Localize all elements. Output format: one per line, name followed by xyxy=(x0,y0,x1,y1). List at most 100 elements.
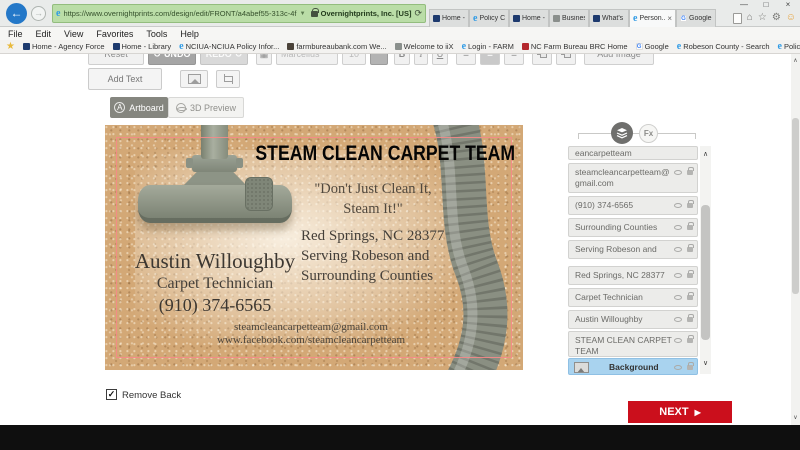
lock-icon[interactable] xyxy=(687,365,693,370)
card-serving-line1[interactable]: Serving Robeson and xyxy=(301,246,481,266)
maximize-button[interactable]: □ xyxy=(756,0,776,10)
favorites-bar-star-icon[interactable]: ★ xyxy=(6,42,15,52)
url-text[interactable]: https://www.overnightprints.com/design/e… xyxy=(63,9,296,18)
minimize-button[interactable]: — xyxy=(734,0,754,10)
remove-back-checkbox[interactable]: ✓ xyxy=(106,389,117,400)
visibility-eye-icon[interactable] xyxy=(674,317,682,322)
forward-button[interactable]: → xyxy=(31,6,46,21)
layer-item-name[interactable]: Austin Willoughby xyxy=(568,310,698,329)
card-tagline-line1[interactable]: "Don't Just Clean It, xyxy=(277,181,469,198)
visibility-eye-icon[interactable] xyxy=(674,295,682,300)
menu-tools[interactable]: Tools xyxy=(146,29,167,39)
card-city-text[interactable]: Red Springs, NC 28377 xyxy=(301,226,481,246)
lock-icon[interactable] xyxy=(687,273,693,278)
font-family-select[interactable]: Marcellus xyxy=(276,54,338,65)
send-backward-icon[interactable] xyxy=(556,54,576,65)
favorite-nc-farm-bureau[interactable]: NC Farm Bureau BRC Home xyxy=(522,42,628,51)
card-phone-text[interactable]: (910) 374-6565 xyxy=(123,295,307,316)
menu-file[interactable]: File xyxy=(8,29,23,39)
tab-whats-new[interactable]: What's ne... xyxy=(589,9,629,27)
card-title-text[interactable]: STEAM CLEAN CARPET TEAM xyxy=(255,142,490,166)
card-canvas[interactable]: STEAM CLEAN CARPET TEAM "Don't Just Clea… xyxy=(105,125,523,370)
lock-icon[interactable] xyxy=(687,317,693,322)
card-tagline-line2[interactable]: Steam It!" xyxy=(277,201,469,218)
visibility-eye-icon[interactable] xyxy=(674,247,682,252)
favorite-library[interactable]: Home - Library xyxy=(113,42,172,51)
visibility-eye-icon[interactable] xyxy=(674,225,682,230)
layers-scroll-up-icon[interactable]: ∧ xyxy=(700,150,711,158)
tab-personalize-active[interactable]: ePerson...× xyxy=(629,9,676,27)
lock-icon[interactable] xyxy=(687,170,693,175)
favorite-iix[interactable]: Welcome to iiX xyxy=(395,42,454,51)
favorites-star-icon[interactable]: ☆ xyxy=(758,12,767,24)
tab-3d-preview[interactable]: 3D Preview xyxy=(168,97,244,118)
reset-button[interactable]: Reset xyxy=(88,54,144,65)
menu-view[interactable]: View xyxy=(64,29,83,39)
layer-item-title[interactable]: STEAM CLEAN CARPET TEAM xyxy=(568,331,698,357)
italic-button[interactable]: I xyxy=(414,54,428,65)
visibility-eye-icon[interactable] xyxy=(674,365,682,370)
tab-google[interactable]: GGoogle xyxy=(676,9,716,27)
certificate-name[interactable]: Overnightprints, Inc. [US] xyxy=(321,9,412,18)
lock-icon[interactable] xyxy=(687,225,693,230)
favorite-login-farm[interactable]: eLogin - FARM xyxy=(462,42,514,52)
menu-edit[interactable]: Edit xyxy=(36,29,52,39)
crop-tool-button[interactable] xyxy=(216,70,240,88)
next-button[interactable]: NEXT ▶ xyxy=(628,401,732,423)
add-text-button[interactable]: Add Text xyxy=(88,68,162,90)
menu-help[interactable]: Help xyxy=(180,29,199,39)
bold-button[interactable]: B xyxy=(394,54,410,65)
page-scrollbar-thumb[interactable] xyxy=(792,118,799,294)
tab-home-u[interactable]: Home - U... xyxy=(509,9,549,27)
grid-tool-icon[interactable]: ▦ xyxy=(256,54,272,65)
layers-scrollbar-thumb[interactable] xyxy=(701,205,710,340)
feedback-smiley-icon[interactable]: ☺ xyxy=(786,12,796,24)
url-dropdown-icon[interactable]: ▼ xyxy=(300,11,306,17)
visibility-eye-icon[interactable] xyxy=(674,203,682,208)
bring-forward-icon[interactable] xyxy=(532,54,552,65)
layer-item-serving[interactable]: Serving Robeson and xyxy=(568,240,698,259)
layer-item-role[interactable]: Carpet Technician xyxy=(568,288,698,307)
add-image-button[interactable]: Add Image xyxy=(584,54,654,65)
favorite-farmbureaubank[interactable]: farmbureaubank.com We... xyxy=(287,42,386,51)
layer-item-city[interactable]: Red Springs, NC 28377 xyxy=(568,266,698,285)
layer-item-background-selected[interactable]: Background xyxy=(568,358,698,375)
settings-gear-icon[interactable]: ⚙ xyxy=(772,12,781,24)
home-icon[interactable]: ⌂ xyxy=(747,12,753,24)
new-tab-icon[interactable] xyxy=(733,13,742,24)
align-right-icon[interactable]: ≡ xyxy=(504,54,524,65)
text-color-swatch[interactable] xyxy=(370,54,388,65)
layer-item-facebook-partial[interactable]: eancarpetteam xyxy=(568,146,698,160)
page-scroll-up-icon[interactable]: ∧ xyxy=(791,57,800,64)
tab-policy-center[interactable]: ePolicy Cen... xyxy=(469,9,509,27)
card-facebook-text[interactable]: www.facebook.com/steamcleancarpetteam xyxy=(161,334,461,346)
tab-close-icon[interactable]: × xyxy=(667,15,672,23)
layer-item-surrounding[interactable]: Surrounding Counties xyxy=(568,218,698,237)
back-button[interactable]: ← xyxy=(6,3,27,24)
image-tool-button[interactable] xyxy=(180,70,208,88)
tab-home-a[interactable]: Home - A... xyxy=(429,9,469,27)
layer-item-phone[interactable]: (910) 374-6565 xyxy=(568,196,698,215)
card-email-text[interactable]: steamcleancarpetteam@gmail.com xyxy=(161,321,461,333)
favorite-nciua-policy[interactable]: eNCIUA-NCIUA Policy Infor... xyxy=(179,42,279,52)
tab-business[interactable]: Business ... xyxy=(549,9,589,27)
layers-panel-button[interactable] xyxy=(611,122,633,144)
redo-button[interactable]: REDO↻ xyxy=(200,54,248,65)
lock-icon[interactable] xyxy=(687,247,693,252)
undo-button[interactable]: ↺UNDO xyxy=(148,54,196,65)
lock-icon[interactable] xyxy=(687,338,693,343)
refresh-icon[interactable]: ⟳ xyxy=(414,8,422,19)
close-button[interactable]: × xyxy=(778,0,798,10)
lock-icon[interactable] xyxy=(687,295,693,300)
menu-favorites[interactable]: Favorites xyxy=(96,29,133,39)
favorite-agency-force[interactable]: Home - Agency Force xyxy=(23,42,105,51)
visibility-eye-icon[interactable] xyxy=(674,273,682,278)
lock-icon[interactable] xyxy=(687,203,693,208)
favorite-policy-center[interactable]: ePolicy Center xyxy=(778,42,800,52)
effects-panel-button[interactable]: Fx xyxy=(639,124,658,143)
underline-button[interactable]: U xyxy=(432,54,448,65)
card-name-text[interactable]: Austin Willoughby xyxy=(123,249,307,274)
align-left-icon[interactable]: ≡ xyxy=(456,54,476,65)
align-center-icon[interactable]: ≡ xyxy=(480,54,500,65)
address-bar[interactable]: e https://www.overnightprints.com/design… xyxy=(52,4,426,23)
